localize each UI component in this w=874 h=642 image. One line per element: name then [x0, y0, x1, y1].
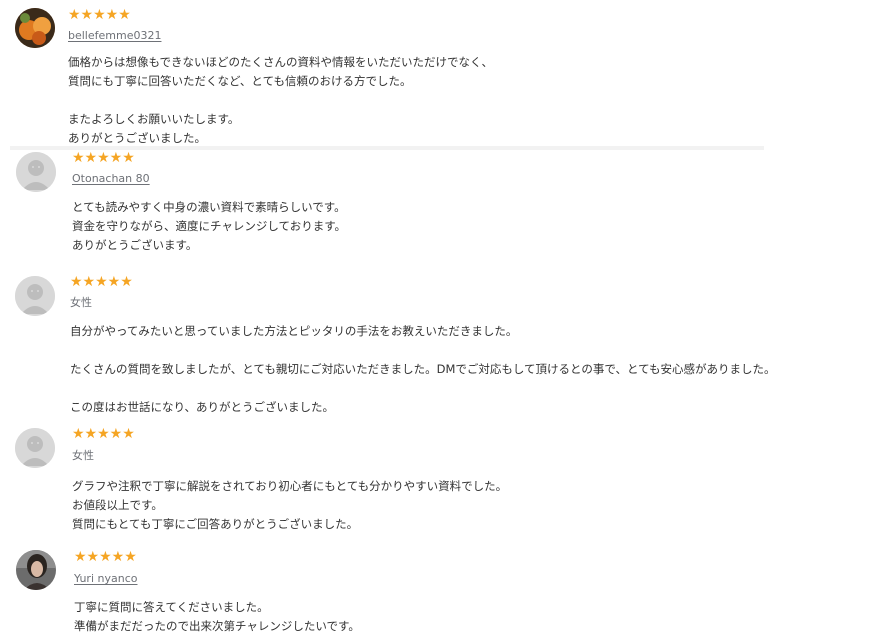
review-item: ★★★★★ 女性 自分がやってみたいと思っていました方法とピッタリの手法をお教え…	[0, 268, 874, 412]
avatar[interactable]	[15, 276, 55, 316]
username-link[interactable]: Otonachan 80	[72, 172, 150, 186]
avatar[interactable]	[15, 8, 55, 48]
reviewer-label: 女性	[72, 449, 94, 462]
username-link[interactable]: bellefemme0321	[68, 29, 161, 43]
reviewer-label: 女性	[70, 296, 92, 309]
rating-stars: ★★★★★	[72, 150, 135, 166]
avatar[interactable]	[15, 428, 55, 468]
review-text: 自分がやってみたいと思っていました方法とピッタリの手法をお教えいただきました。 …	[70, 324, 776, 412]
rating-stars: ★★★★★	[70, 274, 133, 290]
rating-stars: ★★★★★	[68, 7, 131, 23]
rating-stars: ★★★★★	[74, 549, 137, 565]
review-text: 丁寧に質問に答えてくださいました。 準備がまだだったので出来次第チャレンジしたいで…	[74, 600, 360, 633]
username-link[interactable]: Yuri nyanco	[74, 572, 137, 586]
review-text: グラフや注釈で丁寧に解説をされており初心者にもとても分かりやすい資料でした。 お値…	[72, 479, 508, 531]
avatar[interactable]	[16, 550, 56, 590]
avatar[interactable]	[16, 152, 56, 192]
review-text: とても読みやすく中身の濃い資料で素晴らしいです。 資金を守りながら、適度にチャレン…	[72, 200, 347, 252]
review-item: ★★★★★ Otonachan 80 とても読みやすく中身の濃い資料で素晴らしい…	[0, 150, 874, 268]
review-item: ★★★★★ 女性 グラフや注釈で丁寧に解説をされており初心者にもとても分かりやす…	[0, 420, 874, 542]
rating-stars: ★★★★★	[72, 426, 135, 442]
review-text: 価格からは想像もできないほどのたくさんの資料や情報をいただいただけでなく、 質問に…	[68, 55, 494, 145]
review-item: ★★★★★ Yuri nyanco 丁寧に質問に答えてくださいました。 準備がまだ…	[0, 544, 874, 642]
review-item: ★★★★★ bellefemme0321 価格からは想像もできないほどのたくさん…	[0, 0, 874, 150]
